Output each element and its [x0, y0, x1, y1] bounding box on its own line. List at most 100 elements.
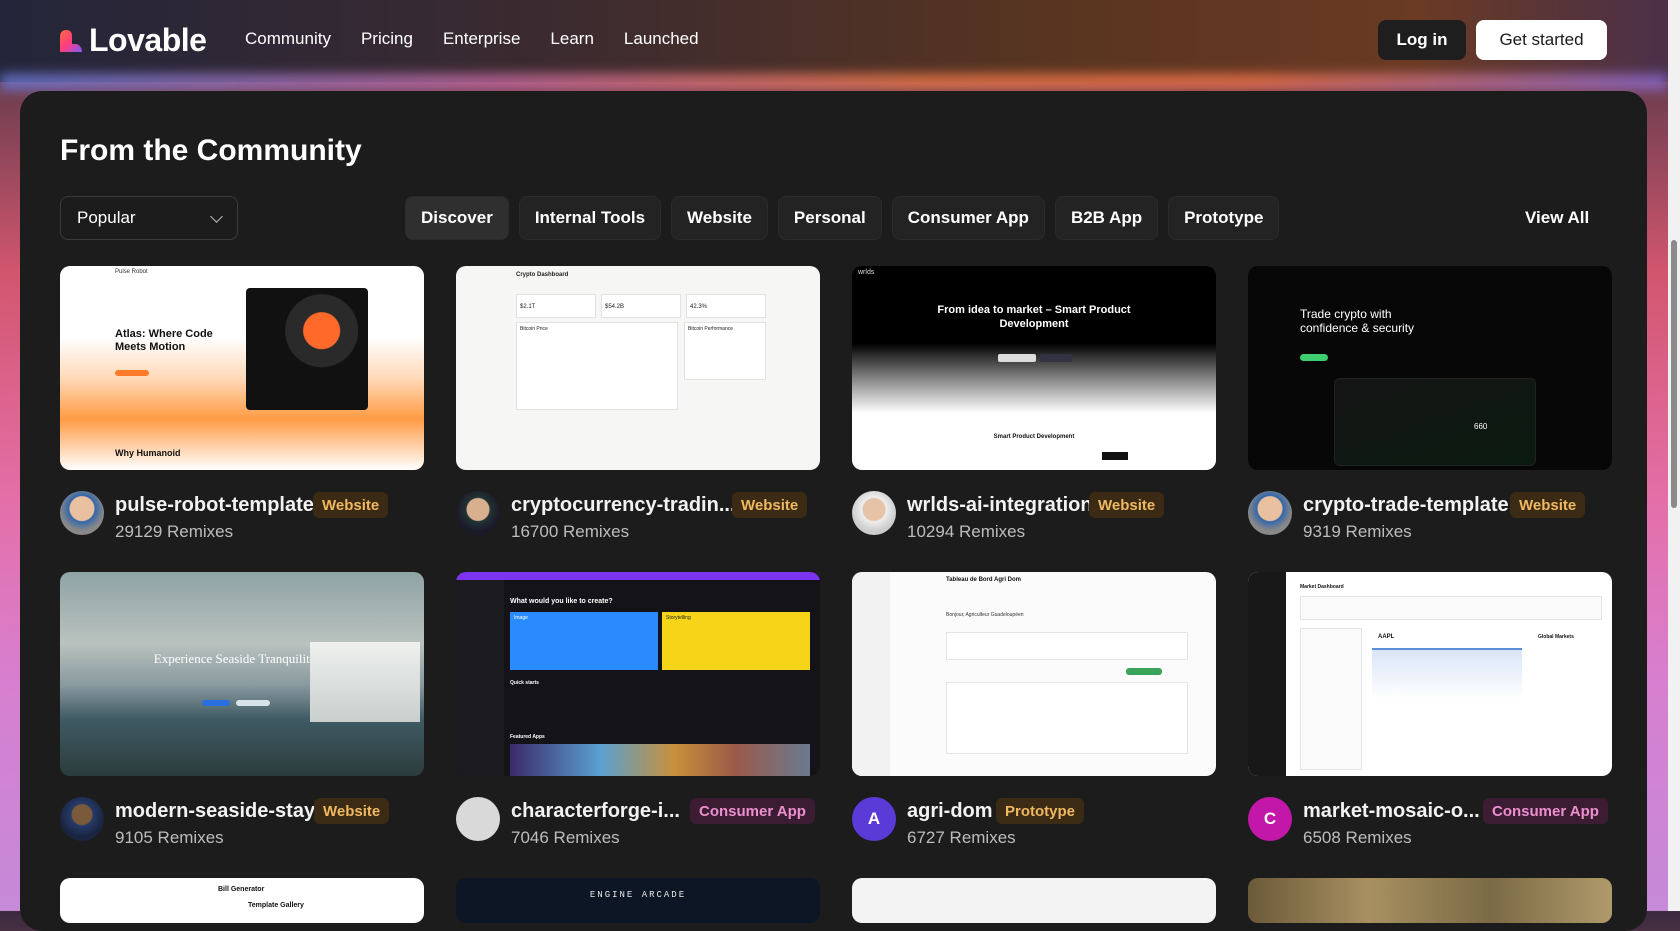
project-thumbnail[interactable]	[852, 878, 1216, 923]
thumb-button-shape	[998, 354, 1036, 362]
project-thumbnail[interactable]: Pulse Robot Atlas: Where Code Meets Moti…	[60, 266, 424, 470]
thumb-button-shape	[1300, 354, 1328, 361]
nav-launched[interactable]: Launched	[624, 29, 699, 49]
header-gradient-glow	[0, 74, 1668, 90]
project-card[interactable]: wrlds From idea to market – Smart Produc…	[852, 266, 1216, 541]
category-filters: Discover Internal Tools Website Personal…	[405, 196, 1280, 240]
remix-count: 9105 Remixes	[115, 828, 224, 847]
thumb-label: 42.3%	[690, 304, 708, 310]
filter-personal[interactable]: Personal	[777, 196, 882, 240]
project-thumbnail[interactable]: Bill Generator Template Gallery	[60, 878, 424, 923]
remix-count: 6727 Remixes	[907, 828, 1016, 847]
dashboard-mockup	[1334, 378, 1536, 466]
thumb-label: wrlds	[858, 269, 875, 276]
filter-discover[interactable]: Discover	[405, 196, 509, 240]
project-name[interactable]: cryptocurrency-tradin...	[511, 494, 736, 517]
filter-b2b-app[interactable]: B2B App	[1054, 196, 1159, 240]
project-card[interactable]: Experience Seaside Tranquility modern-se…	[60, 572, 424, 847]
project-name[interactable]: crypto-trade-template	[1303, 494, 1509, 517]
project-card[interactable]	[852, 878, 1216, 923]
thumb-label: Smart Product Development	[993, 434, 1075, 440]
thumb-label: Quick starts	[510, 680, 539, 686]
sort-dropdown[interactable]: Popular	[60, 196, 238, 240]
category-badge: Website	[1089, 492, 1165, 518]
remix-count: 16700 Remixes	[511, 522, 630, 541]
remix-count: 29129 Remixes	[115, 522, 234, 541]
get-started-button[interactable]: Get started	[1476, 20, 1607, 60]
project-card[interactable]: Pulse Robot Atlas: Where Code Meets Moti…	[60, 266, 424, 541]
brand-name: Lovable	[89, 22, 207, 58]
project-name[interactable]: modern-seaside-stay	[115, 800, 315, 823]
thumb-label: Image	[514, 615, 528, 621]
project-thumbnail[interactable]: Trade crypto with confidence & security …	[1248, 266, 1612, 470]
thumb-label: $54.2B	[605, 304, 625, 310]
project-thumbnail[interactable]: ENGINE ARCADE	[456, 878, 820, 923]
thumb-button-shape	[115, 370, 149, 376]
avatar	[852, 491, 896, 535]
project-thumbnail[interactable]: What would you like to create? Image Sto…	[456, 572, 820, 776]
project-thumbnail[interactable]: wrlds From idea to market – Smart Produc…	[852, 266, 1216, 470]
filter-internal-tools[interactable]: Internal Tools	[518, 196, 662, 240]
house-image	[310, 642, 420, 722]
thumb-label: Tableau de Bord Agri Dom	[946, 577, 1022, 583]
category-badge: Website	[1510, 492, 1586, 518]
sort-dropdown-value: Popular	[77, 208, 136, 227]
project-name[interactable]: wrlds-ai-integration	[907, 494, 1093, 517]
thumb-label: $2.1T	[520, 304, 536, 310]
thumb-label: Atlas: Where Code Meets Motion	[115, 328, 213, 354]
project-thumbnail[interactable]: Market Dashboard AAPL Global Markets	[1248, 572, 1612, 776]
project-card[interactable]: Bill Generator Template Gallery	[60, 878, 424, 923]
thumb-label: Pulse Robot	[115, 269, 148, 275]
announcement-bar	[456, 572, 820, 580]
project-card[interactable]: ENGINE ARCADE	[456, 878, 820, 923]
category-badge: Prototype	[996, 798, 1085, 824]
category-badge: Website	[314, 798, 390, 824]
thumb-label: Experience Seaside Tranquility	[153, 651, 317, 666]
thumb-label: Bonjour, Agriculteur Guadeloupéen	[946, 612, 1024, 618]
stat-row	[946, 632, 1188, 660]
thumb-label: ENGINE ARCADE	[589, 890, 687, 900]
project-card[interactable]: Tableau de Bord Agri Dom Bonjour, Agricu…	[852, 572, 1216, 847]
project-thumbnail[interactable]: Crypto Dashboard $2.1T $54.2B 42.3% Bitc…	[456, 266, 820, 470]
project-card[interactable]	[1248, 878, 1612, 923]
project-name[interactable]: market-mosaic-o...	[1303, 800, 1480, 823]
project-card[interactable]: Trade crypto with confidence & security …	[1248, 266, 1612, 541]
nav-community[interactable]: Community	[245, 29, 331, 49]
project-card[interactable]: Crypto Dashboard $2.1T $54.2B 42.3% Bitc…	[456, 266, 820, 541]
thumb-button-shape	[1102, 452, 1128, 460]
chevron-down-icon	[210, 209, 223, 223]
project-name[interactable]: characterforge-i...	[511, 800, 680, 823]
section-title: From the Community	[60, 134, 362, 167]
thumb-label: Template Gallery	[248, 902, 304, 909]
thumb-label: Trade crypto with confidence & security	[1300, 307, 1415, 335]
stat-row	[1300, 596, 1602, 620]
sidebar	[1248, 572, 1286, 776]
thumb-label: Crypto Dashboard	[516, 272, 569, 278]
avatar	[456, 491, 500, 535]
project-name[interactable]: agri-dom	[907, 800, 993, 823]
project-card[interactable]: Market Dashboard AAPL Global Markets C m…	[1248, 572, 1612, 847]
thumb-label: Storytelling	[666, 615, 691, 621]
nav-learn[interactable]: Learn	[550, 29, 593, 49]
lovable-logo[interactable]: Lovable	[59, 22, 207, 59]
view-all-link[interactable]: View All	[1525, 208, 1589, 228]
thumb-button-shape	[1040, 354, 1072, 362]
avatar: A	[852, 797, 896, 841]
project-thumbnail[interactable]: Tableau de Bord Agri Dom Bonjour, Agricu…	[852, 572, 1216, 776]
image-card	[510, 612, 658, 670]
avatar: C	[1248, 797, 1292, 841]
thumb-label: Featured Apps	[510, 734, 545, 740]
login-button[interactable]: Log in	[1378, 20, 1466, 60]
filter-website[interactable]: Website	[671, 196, 768, 240]
scrollbar-thumb[interactable]	[1671, 240, 1677, 508]
price-chart	[1372, 648, 1522, 700]
nav-enterprise[interactable]: Enterprise	[443, 29, 520, 49]
project-thumbnail[interactable]	[1248, 878, 1612, 923]
project-thumbnail[interactable]: Experience Seaside Tranquility	[60, 572, 424, 776]
nav-pricing[interactable]: Pricing	[361, 29, 413, 49]
filter-consumer-app[interactable]: Consumer App	[891, 196, 1045, 240]
project-name[interactable]: pulse-robot-template	[115, 494, 314, 517]
filter-prototype[interactable]: Prototype	[1168, 196, 1280, 240]
remix-count: 7046 Remixes	[511, 828, 620, 847]
project-card[interactable]: What would you like to create? Image Sto…	[456, 572, 820, 847]
